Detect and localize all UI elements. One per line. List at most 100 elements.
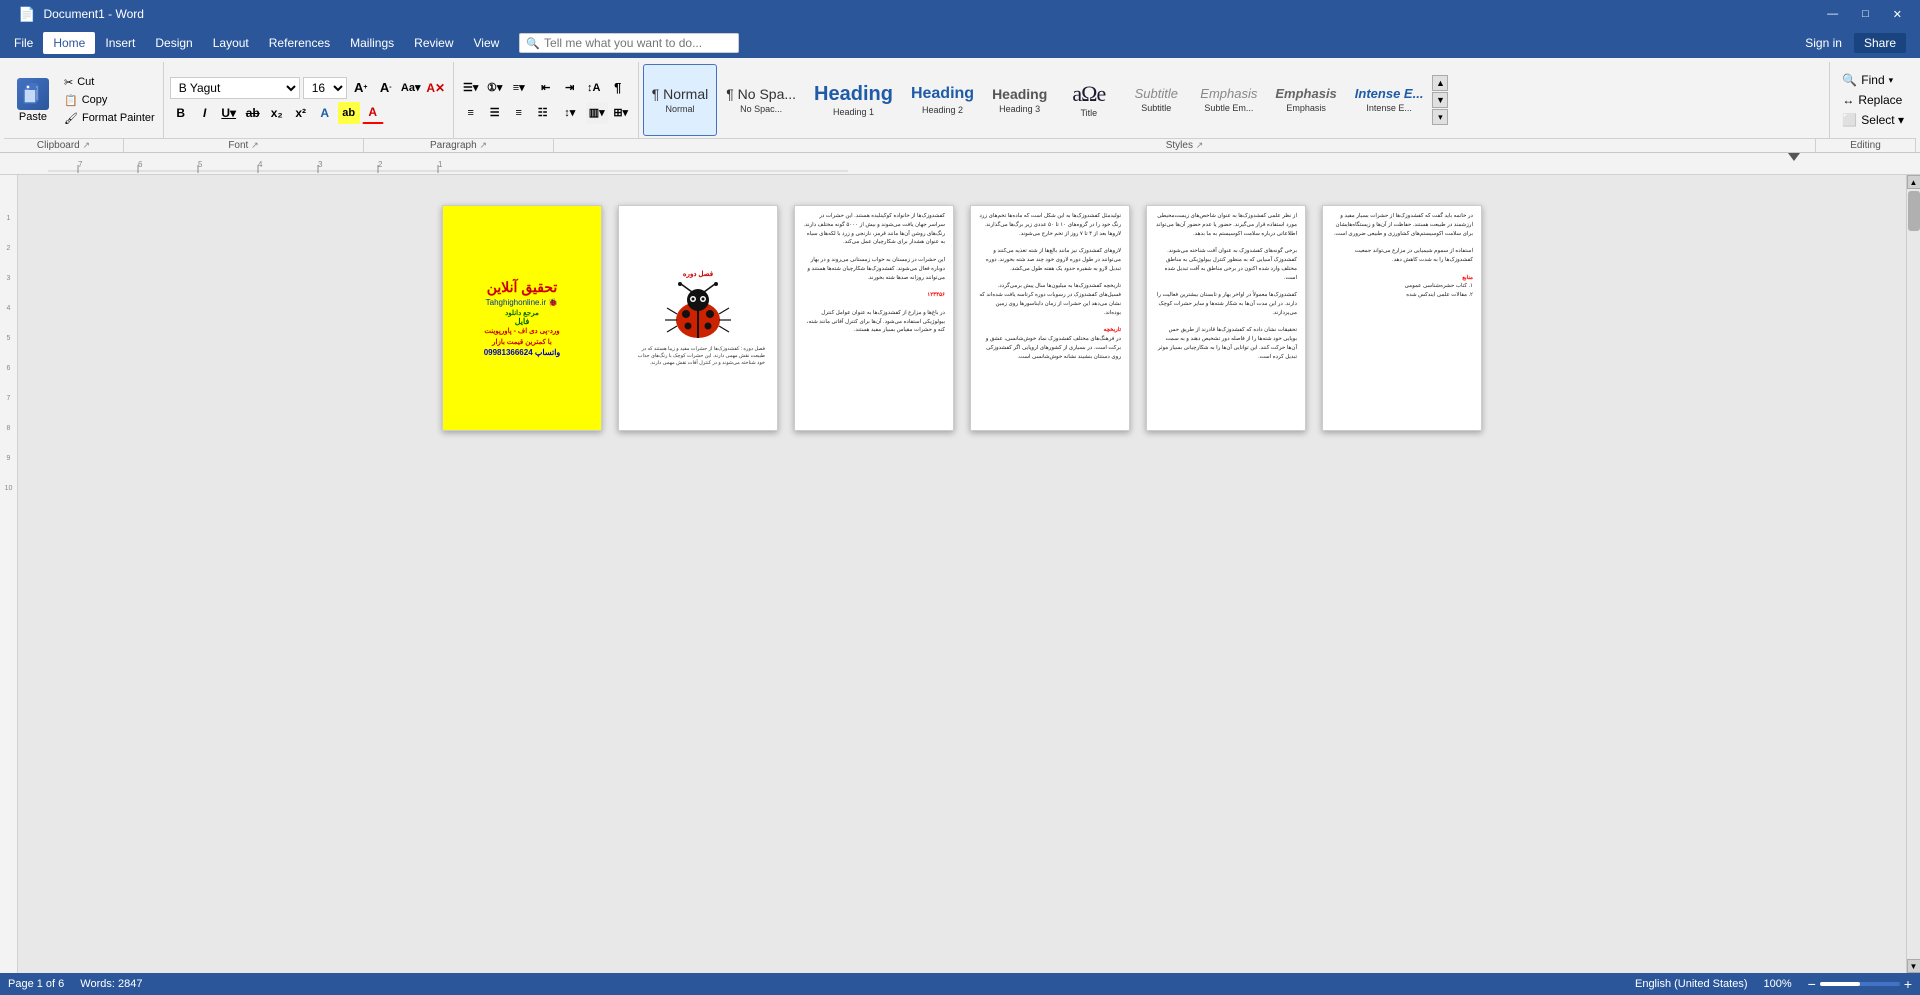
decrease-font-button[interactable]: A- — [375, 77, 397, 99]
style-heading2[interactable]: Heading Heading 2 — [902, 64, 983, 136]
pages-container: تحقیق آنلاین Tahghighonline.ir 🐞 مرجع دا… — [442, 205, 1482, 431]
justify-button[interactable]: ☷ — [532, 102, 554, 124]
styles-scroll-control[interactable]: ▲ ▼ ▾ — [1432, 75, 1448, 125]
page5-text: از نظر علمی کفشدوزک‌ها به عنوان شاخص‌های… — [1147, 206, 1305, 430]
font-size-selector[interactable]: 16 — [303, 77, 347, 99]
menu-design[interactable]: Design — [145, 32, 202, 54]
menu-insert[interactable]: Insert — [95, 32, 145, 54]
menu-mailings[interactable]: Mailings — [340, 32, 404, 54]
minimize-button[interactable]: — — [1819, 8, 1846, 21]
paragraph-expand-icon[interactable]: ↗ — [479, 140, 487, 150]
style-no-spacing[interactable]: ¶ No Spa... No Spac... — [717, 64, 805, 136]
increase-font-button[interactable]: A+ — [350, 77, 372, 99]
menu-references[interactable]: References — [259, 32, 340, 54]
page2-text: فصل دوره : کفشدوزک‌ها از حشرات مفید و زی… — [627, 346, 769, 367]
style-subtitle[interactable]: Subtitle Subtitle — [1121, 64, 1191, 136]
text-effects-button[interactable]: A — [314, 102, 336, 124]
font-name-selector[interactable]: B Yagut — [170, 77, 300, 99]
align-left-button[interactable]: ≡ — [460, 102, 482, 124]
zoom-out-button[interactable]: − — [1808, 976, 1816, 992]
find-button[interactable]: 🔍 Find ▾ — [1836, 70, 1910, 90]
line-spacing-button[interactable]: ↕▾ — [559, 102, 581, 124]
style-intense-e[interactable]: Intense E... Intense E... — [1346, 64, 1433, 136]
page6-text: در خاتمه باید گفت که کفشدوزک‌ها از حشرات… — [1323, 206, 1481, 430]
style-normal[interactable]: ¶ Normal Normal — [643, 64, 718, 136]
scroll-up-button[interactable]: ▲ — [1907, 175, 1920, 189]
styles-more-button[interactable]: ▾ — [1432, 109, 1448, 125]
bold-button[interactable]: B — [170, 102, 192, 124]
page-5: از نظر علمی کفشدوزک‌ها به عنوان شاخص‌های… — [1146, 205, 1306, 431]
superscript-button[interactable]: x² — [290, 102, 312, 124]
format-painter-button[interactable]: 🖌 Format Painter — [60, 110, 159, 127]
styles-scroll-down[interactable]: ▼ — [1432, 92, 1448, 108]
page-6: در خاتمه باید گفت که کفشدوزک‌ها از حشرات… — [1322, 205, 1482, 431]
paragraph-label: Paragraph ↗ — [364, 139, 554, 152]
style-title[interactable]: aΩe Title — [1056, 64, 1121, 136]
vertical-scrollbar[interactable]: ▲ ▼ — [1906, 175, 1920, 973]
zoom-in-button[interactable]: + — [1904, 976, 1912, 992]
select-button[interactable]: ⬜ Select ▾ — [1836, 110, 1910, 130]
replace-button[interactable]: ↔ Replace — [1836, 90, 1910, 110]
styles-expand-icon[interactable]: ↗ — [1196, 140, 1204, 150]
underline-button[interactable]: U▾ — [218, 102, 240, 124]
numbering-button[interactable]: ①▾ — [484, 77, 506, 99]
menu-home[interactable]: Home — [43, 32, 95, 54]
multilevel-list-button[interactable]: ≡▾ — [508, 77, 530, 99]
copy-button[interactable]: 📋 Copy — [60, 92, 159, 109]
paste-button[interactable]: Paste — [8, 74, 58, 127]
style-emphasis-preview: Emphasis — [1275, 87, 1336, 100]
clipboard-expand-icon[interactable]: ↗ — [83, 140, 91, 150]
tell-me-input[interactable] — [544, 36, 732, 50]
main-content: 1 2 3 4 5 6 7 8 9 10 تحقیق آنلاین Tahghi… — [0, 175, 1920, 973]
decrease-indent-button[interactable]: ⇤ — [535, 77, 557, 99]
scroll-track[interactable] — [1907, 189, 1920, 959]
clear-formatting-button[interactable]: A✕ — [425, 77, 447, 99]
menu-layout[interactable]: Layout — [203, 32, 259, 54]
ad-site: Tahghighonline.ir 🐞 — [486, 298, 559, 307]
font-expand-icon[interactable]: ↗ — [251, 140, 259, 150]
strikethrough-button[interactable]: ab — [242, 102, 264, 124]
horizontal-ruler: 7 6 5 4 3 2 1 — [0, 153, 1920, 175]
scroll-down-button[interactable]: ▼ — [1907, 959, 1920, 973]
style-subtle-emphasis[interactable]: Emphasis Subtle Em... — [1191, 64, 1266, 136]
increase-indent-button[interactable]: ⇥ — [559, 77, 581, 99]
maximize-button[interactable]: □ — [1854, 8, 1877, 21]
style-emphasis-label: Emphasis — [1286, 103, 1326, 113]
style-heading1[interactable]: Heading Heading 1 — [805, 64, 902, 136]
style-title-preview: aΩe — [1072, 83, 1105, 105]
find-dropdown-icon[interactable]: ▾ — [1889, 75, 1894, 86]
shading-button[interactable]: ▥▾ — [586, 102, 608, 124]
share-button[interactable]: Share — [1854, 33, 1906, 53]
change-case-button[interactable]: Aa▾ — [400, 77, 422, 99]
page-4: تولیدمثل کفشدوزک‌ها به این شکل است که ما… — [970, 205, 1130, 431]
menu-bar: File Home Insert Design Layout Reference… — [0, 28, 1920, 58]
show-formatting-button[interactable]: ¶ — [607, 77, 629, 99]
bullets-button[interactable]: ☰▾ — [460, 77, 482, 99]
ad-body: ورد-پی دی اف - پاورپوینت با کمترین قیمت … — [484, 326, 559, 348]
italic-button[interactable]: I — [194, 102, 216, 124]
style-subtitle-label: Subtitle — [1141, 103, 1171, 113]
borders-button[interactable]: ⊞▾ — [610, 102, 632, 124]
signin-button[interactable]: Sign in — [1805, 36, 1842, 50]
menu-review[interactable]: Review — [404, 32, 463, 54]
paste-icon — [17, 78, 49, 110]
font-color-button[interactable]: A — [362, 102, 384, 124]
close-button[interactable]: ✕ — [1885, 8, 1910, 21]
find-icon: 🔍 — [1842, 73, 1857, 87]
align-center-button[interactable]: ☰ — [484, 102, 506, 124]
style-intense-e-label: Intense E... — [1366, 103, 1412, 113]
menu-file[interactable]: File — [4, 32, 43, 54]
menu-view[interactable]: View — [464, 32, 510, 54]
text-highlight-button[interactable]: ab — [338, 102, 360, 124]
tell-me-searchbox[interactable]: 🔍 — [519, 33, 739, 53]
styles-scroll-up[interactable]: ▲ — [1432, 75, 1448, 91]
status-bar: Page 1 of 6 Words: 2847 English (United … — [0, 973, 1920, 995]
align-right-button[interactable]: ≡ — [508, 102, 530, 124]
style-emphasis[interactable]: Emphasis Emphasis — [1266, 64, 1345, 136]
cut-button[interactable]: ✂ Cut — [60, 74, 159, 91]
subscript-button[interactable]: x₂ — [266, 102, 288, 124]
sort-button[interactable]: ↕A — [583, 77, 605, 99]
document-area[interactable]: تحقیق آنلاین Tahghighonline.ir 🐞 مرجع دا… — [18, 175, 1906, 973]
page-info: Page 1 of 6 — [8, 978, 64, 990]
style-heading3[interactable]: Heading Heading 3 — [983, 64, 1056, 136]
